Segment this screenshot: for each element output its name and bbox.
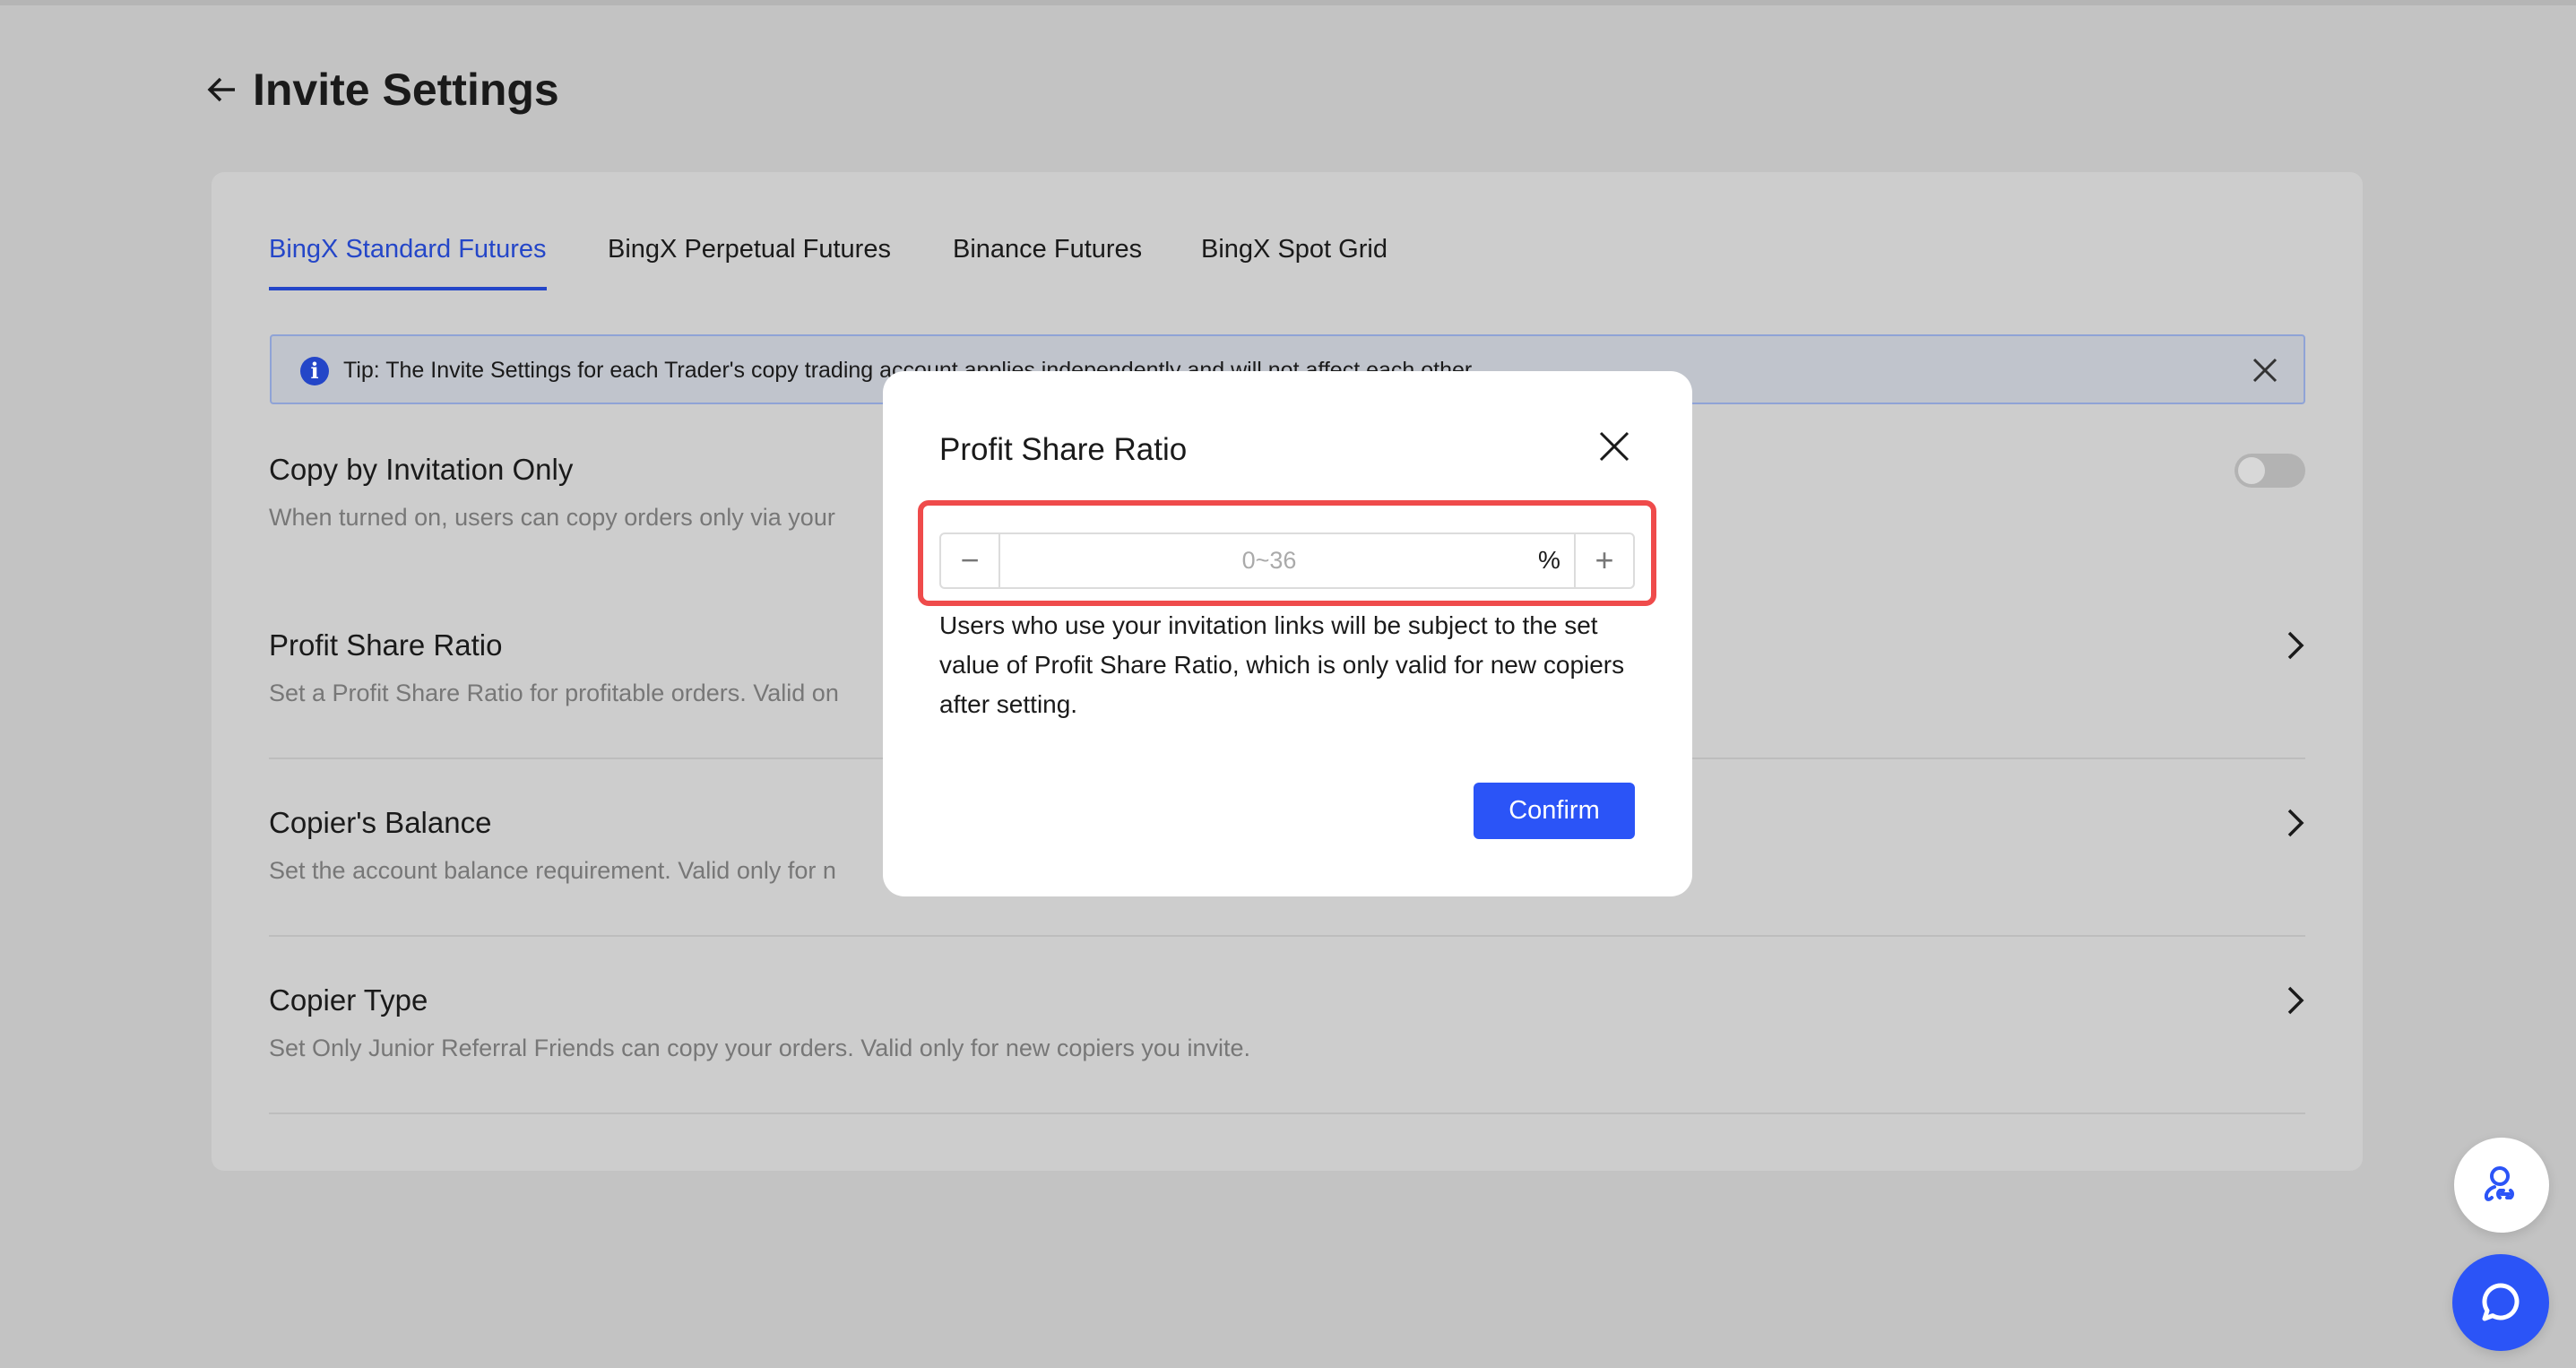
close-icon[interactable] — [1596, 429, 1632, 464]
setting-desc: When turned on, users can copy orders on… — [269, 504, 835, 531]
arrow-left-icon — [207, 77, 235, 102]
tab-bingx-standard-futures[interactable]: BingX Standard Futures — [269, 231, 547, 267]
setting-title: Profit Share Ratio — [269, 628, 503, 662]
modal-title: Profit Share Ratio — [939, 432, 1188, 467]
confirm-button[interactable]: Confirm — [1474, 783, 1635, 839]
decrement-button[interactable]: − — [941, 534, 1000, 587]
info-icon: i — [300, 357, 329, 385]
close-icon — [2252, 358, 2278, 383]
chevron-right-icon[interactable] — [2282, 803, 2309, 843]
back-button[interactable] — [206, 68, 242, 111]
profit-share-ratio-modal: Profit Share Ratio − % + Users who use y… — [883, 371, 1692, 896]
top-border — [0, 0, 2576, 5]
setting-title: Copier Type — [269, 983, 428, 1017]
page-title: Invite Settings — [253, 65, 559, 115]
setting-desc: Set the account balance requirement. Val… — [269, 857, 836, 884]
chat-support-button[interactable] — [2452, 1254, 2549, 1351]
tip-close-button[interactable] — [2252, 351, 2278, 398]
divider — [269, 1113, 2305, 1114]
tab-binance-futures[interactable]: Binance Futures — [953, 231, 1142, 267]
active-tab-indicator — [269, 287, 547, 290]
invite-link-button[interactable] — [2454, 1138, 2549, 1233]
chat-bubble-icon — [2482, 1283, 2520, 1321]
tab-bingx-spot-grid[interactable]: BingX Spot Grid — [1201, 231, 1387, 267]
profit-share-stepper: − % + — [939, 532, 1635, 589]
setting-desc: Set a Profit Share Ratio for profitable … — [269, 680, 839, 706]
setting-title: Copier's Balance — [269, 806, 492, 839]
copy-by-invitation-toggle[interactable] — [2235, 454, 2305, 488]
divider — [269, 935, 2305, 937]
increment-button[interactable]: + — [1574, 534, 1633, 587]
setting-desc: Set Only Junior Referral Friends can cop… — [269, 1035, 1250, 1061]
chevron-right-icon[interactable] — [2282, 981, 2309, 1020]
tab-bingx-perpetual-futures[interactable]: BingX Perpetual Futures — [608, 231, 891, 267]
modal-description: Users who use your invitation links will… — [939, 611, 1625, 718]
percent-unit: % — [1538, 546, 1560, 574]
chevron-right-icon[interactable] — [2282, 626, 2309, 665]
setting-title: Copy by Invitation Only — [269, 453, 574, 486]
user-link-icon — [2484, 1166, 2514, 1201]
profit-share-input[interactable] — [1000, 534, 1538, 587]
